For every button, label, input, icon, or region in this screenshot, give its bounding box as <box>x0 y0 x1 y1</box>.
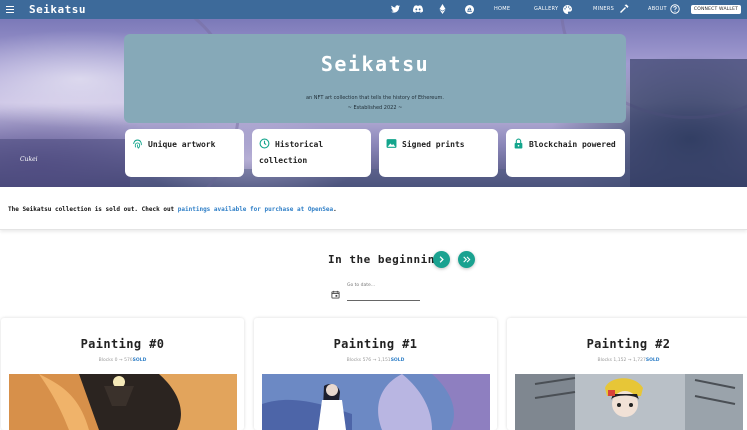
opensea-link[interactable]: paintings available for purchase at Open… <box>178 206 333 213</box>
painting-blocks: Blocks 0 → 576SOLD <box>98 358 147 363</box>
sold-badge: SOLD <box>132 358 147 363</box>
section-title: In the beginning <box>328 253 442 266</box>
nav-gallery[interactable]: GALLERY <box>534 6 558 12</box>
painting-title: Painting #0 <box>80 337 165 351</box>
feature-label: Unique artwork <box>148 140 216 149</box>
connect-wallet-button[interactable]: CONNECT WALLET <box>691 5 741 14</box>
help-icon[interactable] <box>670 4 680 14</box>
painting-title: Painting #2 <box>586 337 671 351</box>
calendar-icon[interactable] <box>331 290 340 299</box>
feature-card-unique-artwork: Unique artwork <box>125 129 244 177</box>
next-button[interactable] <box>433 251 450 268</box>
date-field-label: Go to date... <box>347 283 376 288</box>
fingerprint-icon <box>132 138 143 149</box>
notice-text: The Seikatsu collection is sold out. Che… <box>8 206 337 213</box>
hero-art-city <box>630 59 747 187</box>
skip-forward-button[interactable] <box>458 251 475 268</box>
painting-image[interactable] <box>515 374 743 430</box>
sold-badge: SOLD <box>645 358 660 363</box>
hero-tagline: an NFT art collection that tells the his… <box>305 95 444 101</box>
painting-image[interactable] <box>9 374 237 430</box>
hammer-icon[interactable] <box>619 4 629 14</box>
painting-card-1[interactable]: Painting #1 Blocks 576 → 1,151SOLD <box>254 318 497 430</box>
palette-icon[interactable] <box>562 4 572 14</box>
artist-signature: Cukei <box>20 156 38 163</box>
painting-title: Painting #1 <box>333 337 418 351</box>
sold-badge: SOLD <box>390 358 405 363</box>
hero-art-city <box>0 139 130 187</box>
nav-home[interactable]: HOME <box>494 6 510 12</box>
lock-icon <box>513 138 524 149</box>
painting-card-0[interactable]: Painting #0 Blocks 0 → 576SOLD <box>1 318 244 430</box>
feature-card-historical-collection: Historical collection <box>252 129 371 177</box>
painting-blocks: Blocks 576 → 1,151SOLD <box>346 358 405 363</box>
painting-image[interactable] <box>262 374 490 430</box>
hero-title: Seikatsu <box>320 52 430 76</box>
menu-icon[interactable] <box>6 6 14 13</box>
opensea-icon[interactable] <box>464 4 474 14</box>
top-navbar: Seikatsu HOME GALLERY MINERS ABOUT CONNE… <box>0 0 747 19</box>
twitter-icon[interactable] <box>390 4 400 14</box>
nav-miners[interactable]: MINERS <box>593 6 614 12</box>
hero-established: ~ Established 2022 ~ <box>347 105 403 111</box>
nav-about[interactable]: ABOUT <box>648 6 667 12</box>
painting-blocks: Blocks 1,152 → 1,727SOLD <box>597 358 660 363</box>
feature-label: Blockchain powered <box>529 140 616 149</box>
image-icon <box>386 138 397 149</box>
painting-card-2[interactable]: Painting #2 Blocks 1,152 → 1,727SOLD <box>507 318 747 430</box>
sold-out-notice: The Seikatsu collection is sold out. Che… <box>0 187 747 230</box>
brand-logo[interactable]: Seikatsu <box>29 3 86 16</box>
hero-title-panel: Seikatsu an NFT art collection that tell… <box>124 34 626 123</box>
feature-label: Signed prints <box>402 140 465 149</box>
feature-card-signed-prints: Signed prints <box>379 129 498 177</box>
feature-card-blockchain-powered: Blockchain powered <box>506 129 625 177</box>
clock-icon <box>259 138 270 149</box>
date-input[interactable] <box>347 291 420 301</box>
discord-icon[interactable] <box>413 4 423 14</box>
ethereum-icon[interactable] <box>437 4 447 14</box>
